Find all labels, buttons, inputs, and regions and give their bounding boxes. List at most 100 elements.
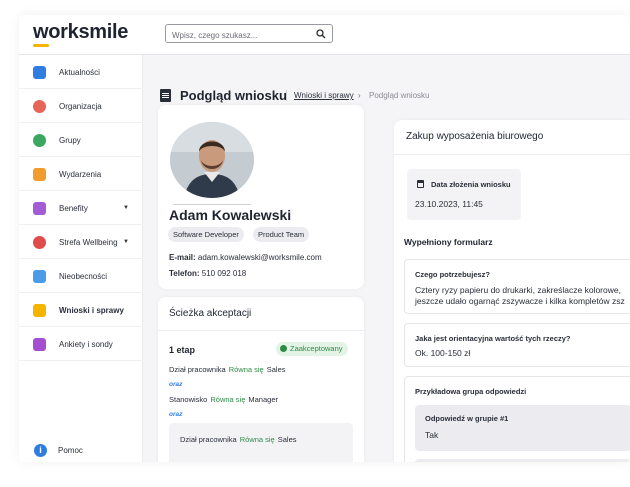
sidebar-item-benefits[interactable]: Benefity ▼ (19, 192, 143, 225)
sidebar-item-news[interactable]: Aktualności (19, 56, 143, 89)
app-window: worksmile Aktualności Organizacja Grupy … (19, 15, 630, 462)
submission-date-box: Data złożenia wniosku 23.10.2023, 11:45 (407, 169, 521, 220)
rule-operator: Równa się (210, 395, 246, 404)
date-label: Data złożenia wniosku (431, 180, 511, 189)
top-bar: worksmile (19, 15, 630, 55)
answer-text: Tak (425, 430, 439, 440)
sidebar-item-label: Ankiety i sondy (59, 339, 113, 349)
question-label: Czego potrzebujesz? (415, 270, 491, 279)
nested-rule-box: Dział pracownika Równa się Sales (169, 423, 353, 462)
search-input[interactable] (166, 27, 306, 44)
phone-row: Telefon: 510 092 018 (169, 269, 246, 278)
profile-name: Adam Kowalewski (169, 207, 292, 223)
logo[interactable]: worksmile (33, 21, 128, 44)
tag-role: Software Developer (168, 227, 244, 242)
answer-text: jeszcze udało ogarnąć zszywacze i kilka … (415, 296, 625, 306)
divider (173, 204, 251, 205)
rule-operator: Równa się (239, 435, 275, 444)
phone-label: Telefon: (169, 269, 200, 278)
profile-card: Adam Kowalewski Software Developer Produ… (158, 105, 364, 289)
question-label: Jaka jest orientacyjna wartość tych rzec… (415, 334, 571, 343)
section-title: Ścieżka akceptacji (169, 308, 252, 319)
chevron-down-icon[interactable]: ▼ (123, 239, 129, 245)
sidebar-item-label: Nieobecności (59, 271, 108, 281)
sidebar-item-organization[interactable]: Organizacja (19, 90, 143, 123)
phone-value[interactable]: 510 092 018 (202, 269, 247, 278)
rule-value: Sales (277, 435, 297, 444)
requests-icon (33, 303, 46, 317)
sidebar-item-label: Wnioski i sprawy (59, 305, 124, 315)
calendar-icon (33, 167, 46, 181)
form-answer-card: Jaka jest orientacyjna wartość tych rzec… (404, 323, 630, 367)
sidebar-item-absences[interactable]: Nieobecności (19, 260, 143, 293)
rule-operator: Równa się (228, 365, 264, 374)
sidebar: Aktualności Organizacja Grupy Wydarzenia… (19, 55, 143, 462)
email-row: E-mail: adam.kowalewski@worksmile.com (169, 253, 322, 262)
breadcrumb-divider (286, 90, 287, 101)
email-label: E-mail: (169, 253, 196, 262)
calendar-icon (417, 180, 424, 188)
avatar (170, 122, 254, 198)
surveys-icon (33, 337, 46, 351)
breadcrumb-link[interactable]: Wnioski i sprawy (294, 91, 354, 100)
divider (394, 154, 630, 155)
sidebar-item-label: Grupy (59, 135, 81, 145)
group-label: Odpowiedź w grupie #1 (425, 414, 509, 423)
chevron-down-icon[interactable]: ▼ (123, 205, 129, 211)
info-icon: i (34, 444, 47, 457)
page-title: Podgląd wniosku (180, 88, 287, 103)
rule-row: Dział pracownika Równa się Sales (180, 435, 297, 444)
sidebar-item-label: Pomoc (58, 446, 83, 455)
request-title: Zakup wyposażenia biurowego (406, 131, 544, 142)
rule-field: Dział pracownika (169, 365, 226, 374)
rule-row: Stanowisko Równa się Manager (169, 395, 278, 404)
request-details-card: Zakup wyposażenia biurowego Data złożeni… (394, 120, 630, 462)
date-value: 23.10.2023, 11:45 (415, 199, 483, 209)
sidebar-item-groups[interactable]: Grupy (19, 124, 143, 157)
answer-text: Cztery ryzy papieru do drukarki, zakreśl… (415, 285, 621, 295)
rule-field: Stanowisko (169, 395, 208, 404)
stage-label: 1 etap (169, 345, 196, 355)
heart-icon (33, 235, 46, 249)
status-text: Zaakceptowany (290, 344, 343, 353)
question-label: Przykładowa grupa odpowiedzi (415, 387, 527, 396)
sidebar-item-wellbeing[interactable]: Strefa Wellbeing ▼ (19, 226, 143, 259)
sidebar-item-surveys[interactable]: Ankiety i sondy (19, 328, 143, 361)
tag-team: Product Team (253, 227, 310, 242)
form-answer-card: Czego potrzebujesz? Cztery ryzy papieru … (404, 259, 630, 314)
sidebar-item-label: Aktualności (59, 67, 100, 77)
document-icon (160, 89, 171, 102)
logo-accent (33, 44, 49, 47)
sidebar-item-requests[interactable]: Wnioski i sprawy (19, 294, 143, 327)
search-icon[interactable] (316, 29, 326, 39)
answer-text: Ok. 100-150 zł (415, 348, 471, 358)
groups-icon (33, 133, 46, 147)
sidebar-item-help[interactable]: i Pomoc (19, 441, 143, 461)
answer-group: Odpowiedź w grupie #1 Tak (415, 405, 630, 451)
status-badge: Zaakceptowany (276, 342, 348, 356)
form-section-title: Wypełniony formularz (404, 237, 493, 247)
search-box[interactable] (165, 24, 333, 44)
email-value[interactable]: adam.kowalewski@worksmile.com (198, 253, 322, 262)
rule-connector: oraz (169, 381, 183, 388)
sidebar-item-events[interactable]: Wydarzenia (19, 158, 143, 191)
breadcrumb-current: Podgląd wniosku (369, 91, 430, 100)
sidebar-item-label: Wydarzenia (59, 169, 102, 179)
check-icon (280, 345, 287, 352)
approval-path-card: Ścieżka akceptacji 1 etap Zaakceptowany … (158, 297, 364, 462)
sidebar-item-label: Organizacja (59, 101, 102, 111)
answer-group (415, 459, 630, 462)
benefits-icon (33, 201, 46, 215)
rule-value: Sales (266, 365, 286, 374)
absence-icon (33, 269, 46, 283)
chevron-right-icon: › (358, 91, 361, 100)
rule-row: Dział pracownika Równa się Sales (169, 365, 286, 374)
rule-value: Manager (248, 395, 278, 404)
rule-field: Dział pracownika (180, 435, 237, 444)
rule-connector: oraz (169, 411, 183, 418)
sidebar-item-label: Benefity (59, 203, 88, 213)
organization-icon (33, 99, 46, 113)
sidebar-item-label: Strefa Wellbeing (59, 237, 118, 247)
news-icon (33, 65, 46, 79)
form-answer-card: Przykładowa grupa odpowiedzi Odpowiedź w… (404, 376, 630, 462)
